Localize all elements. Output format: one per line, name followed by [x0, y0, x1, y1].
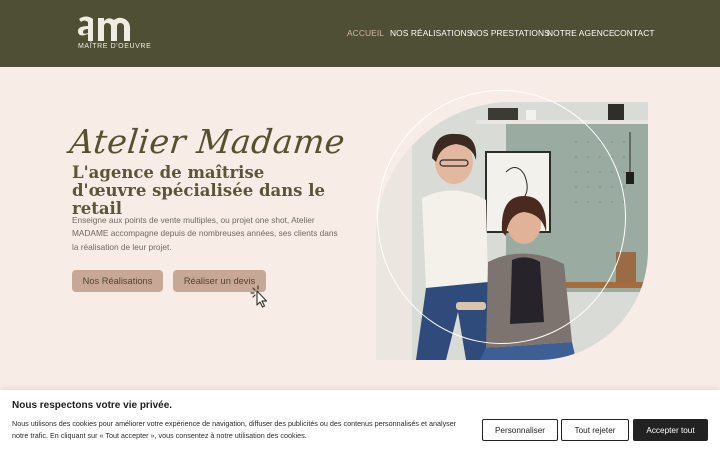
pointer-cursor-icon	[250, 285, 268, 308]
reject-cookies-button[interactable]: Tout rejeter	[561, 419, 629, 441]
customize-cookies-button[interactable]: Personnaliser	[482, 419, 558, 441]
cookie-title: Nous respectons votre vie privée.	[12, 400, 173, 411]
nav-item-realisations[interactable]: NOS RÉALISATIONS	[390, 28, 472, 38]
hero-subtitle: L'agence de maîtrise d'œuvre spécialisée…	[72, 163, 325, 218]
cookie-text: Nous utilisons des cookies pour améliore…	[12, 419, 457, 440]
nav-item-agence[interactable]: NOTRE AGENCE	[547, 28, 615, 38]
realisations-button[interactable]: Nos Réalisations	[72, 270, 163, 292]
cookie-banner: Nous respectons votre vie privée. Nous u…	[0, 390, 720, 450]
team-photo	[376, 102, 648, 360]
nav-item-prestations[interactable]: NOS PRESTATIONS	[470, 28, 550, 38]
nav-item-accueil[interactable]: ACCUEIL	[347, 28, 384, 38]
nav-item-contact[interactable]: CONTACT	[614, 28, 655, 38]
hero-paragraph: Enseigne aux points de vente multiples, …	[72, 215, 338, 252]
team-photo-illustration	[376, 102, 648, 360]
hero-script-title: Atelier Madame	[67, 122, 348, 161]
main-nav: ACCUEIL NOS RÉALISATIONS NOS PRESTATIONS…	[0, 28, 720, 40]
logo-text: MAÎTRE D'OEUVRE	[78, 43, 152, 50]
accept-cookies-button[interactable]: Accepter tout	[633, 419, 708, 441]
site-header: MAÎTRE D'OEUVRE ACCUEIL NOS RÉALISATIONS…	[0, 0, 720, 67]
